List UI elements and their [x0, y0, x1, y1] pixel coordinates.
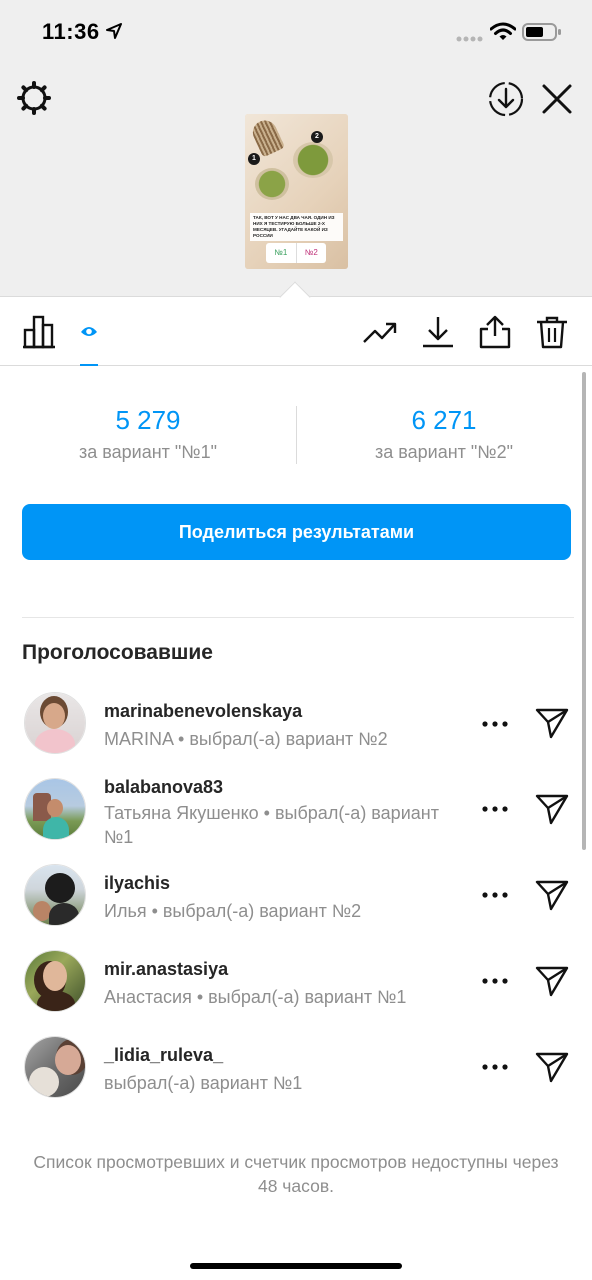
trending-up-icon[interactable] [362, 314, 398, 350]
wifi-icon [490, 22, 516, 40]
more-horizontal-icon[interactable] [480, 799, 510, 819]
active-tab-indicator [80, 364, 98, 366]
story-thumbnail[interactable]: 1 2 Так, вот у нас два чая. Один из них … [245, 114, 348, 269]
home-indicator[interactable] [190, 1263, 402, 1269]
poll-results: 5 279 за вариант "№1" 6 271 за вариант "… [0, 400, 592, 472]
share-icon[interactable] [477, 314, 513, 350]
number-badge: 2 [311, 131, 323, 143]
option-2-result: 6 271 за вариант "№2" [296, 400, 592, 464]
eye-icon[interactable] [71, 314, 107, 350]
voters-title: Проголосовавшие [22, 641, 213, 664]
avatar[interactable] [24, 950, 86, 1012]
paper-plane-icon[interactable] [534, 963, 570, 999]
option-1-label: за вариант "№1" [79, 442, 217, 462]
share-results-button[interactable]: Поделиться результатами [22, 504, 571, 560]
paper-plane-icon[interactable] [534, 1049, 570, 1085]
scrollbar[interactable] [582, 372, 586, 850]
location-arrow-icon [106, 23, 122, 39]
bar-chart-icon[interactable] [22, 314, 58, 350]
avatar[interactable] [24, 1036, 86, 1098]
paper-plane-icon[interactable] [534, 791, 570, 827]
tea-bowl-image [255, 168, 289, 200]
avatar[interactable] [24, 692, 86, 754]
viewers-unavailable-note: Список просмотревших и счетчик просмотро… [33, 1152, 559, 1196]
section-divider [22, 617, 574, 618]
tea-bowl-image [293, 142, 333, 178]
option-2-count: 6 271 [411, 405, 477, 435]
voter-subtitle: Илья • выбрал(-а) вариант №2 [104, 901, 362, 921]
avatar[interactable] [24, 778, 86, 840]
close-icon[interactable] [540, 82, 574, 116]
option-2-label: за вариант "№2" [375, 442, 513, 462]
download-circle-icon[interactable] [486, 79, 526, 119]
voter-username[interactable]: mir.anastasiya [104, 959, 228, 980]
voter-subtitle: MARINA • выбрал(-а) вариант №2 [104, 729, 388, 749]
voter-username[interactable]: _lidia_ruleva_ [104, 1045, 223, 1066]
battery-icon [522, 23, 561, 41]
status-bar: 11:36 [0, 0, 592, 64]
poll-option-1: №1 [266, 243, 297, 263]
story-caption: Так, вот у нас два чая. Один из них я те… [250, 213, 343, 241]
avatar[interactable] [24, 864, 86, 926]
more-horizontal-icon[interactable] [480, 885, 510, 905]
voter-username[interactable]: ilyachis [104, 873, 170, 894]
trash-icon[interactable] [534, 314, 570, 350]
poll-option-2: №2 [304, 248, 318, 257]
gear-icon[interactable] [16, 80, 52, 116]
voter-subtitle: выбрал(-а) вариант №1 [104, 1073, 303, 1093]
cellular-signal-icon [456, 36, 483, 42]
number-badge: 1 [248, 153, 260, 165]
more-horizontal-icon[interactable] [480, 1057, 510, 1077]
more-horizontal-icon[interactable] [480, 971, 510, 991]
voter-username[interactable]: balabanova83 [104, 777, 223, 798]
toolbar [0, 300, 592, 366]
paper-plane-icon[interactable] [534, 705, 570, 741]
voter-username[interactable]: marinabenevolenskaya [104, 701, 302, 722]
download-icon[interactable] [420, 314, 456, 350]
poll-sticker: №1 №2 [266, 243, 326, 263]
voter-subtitle: Анастасия • выбрал(-а) вариант №1 [104, 987, 407, 1007]
option-1-count: 5 279 [115, 405, 181, 435]
voter-subtitle: Татьяна Якушенко • выбрал(-а) вариант №1 [104, 803, 439, 847]
paper-plane-icon[interactable] [534, 877, 570, 913]
more-horizontal-icon[interactable] [480, 714, 510, 734]
status-time: 11:36 [42, 19, 100, 44]
option-1-result: 5 279 за вариант "№1" [0, 400, 296, 464]
